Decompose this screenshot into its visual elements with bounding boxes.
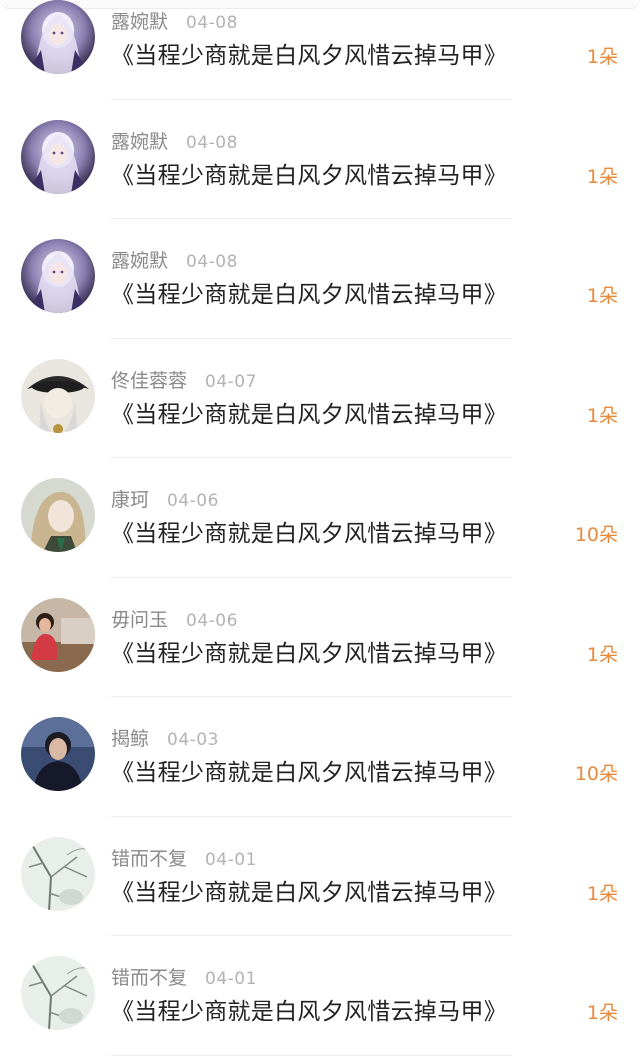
avatar[interactable] [21, 956, 95, 1030]
name-line: 毋问玉 04-06 [111, 605, 238, 635]
avatar[interactable] [21, 0, 95, 74]
book-title[interactable]: 《当程少商就是白风夕风惜云掉马甲》 [111, 158, 507, 194]
gift-date: 04-08 [186, 252, 238, 272]
avatar[interactable] [21, 119, 95, 194]
gift-date: 04-06 [167, 491, 219, 511]
book-title[interactable]: 《当程少商就是白风夕风惜云掉马甲》 [111, 516, 507, 552]
avatar[interactable] [21, 597, 95, 672]
name-line: 康珂 04-06 [111, 485, 219, 515]
user-name[interactable]: 露婉默 [111, 11, 168, 33]
name-line: 错而不复 04-01 [111, 844, 257, 874]
user-name[interactable]: 露婉默 [111, 131, 168, 153]
gift-record-list: 露婉默 04-08 《当程少商就是白风夕风惜云掉马甲》 1朵 露婉默 04-08 《当程少商… [0, 0, 640, 1056]
user-name[interactable]: 康珂 [111, 489, 149, 511]
list-item[interactable]: 揭鲸 04-03 《当程少商就是白风夕风惜云掉马甲》 10朵 [0, 697, 640, 817]
list-item[interactable]: 佟佳蓉蓉 04-07 《当程少商就是白风夕风惜云掉马甲》 1朵 [0, 339, 640, 458]
avatar[interactable] [21, 478, 95, 552]
flower-count: 1朵 [586, 643, 618, 666]
avatar[interactable] [21, 836, 95, 911]
flower-count: 1朵 [586, 404, 618, 427]
book-title[interactable]: 《当程少商就是白风夕风惜云掉马甲》 [111, 38, 507, 74]
gift-date: 04-03 [167, 730, 219, 750]
user-name[interactable]: 错而不复 [111, 967, 187, 989]
book-title[interactable]: 《当程少商就是白风夕风惜云掉马甲》 [111, 277, 507, 313]
name-line: 揭鲸 04-03 [111, 724, 219, 754]
avatar[interactable] [21, 358, 95, 433]
gift-date: 04-08 [186, 132, 238, 153]
book-title[interactable]: 《当程少商就是白风夕风惜云掉马甲》 [111, 875, 507, 911]
book-title[interactable]: 《当程少商就是白风夕风惜云掉马甲》 [111, 994, 507, 1030]
list-item[interactable]: 露婉默 04-08 《当程少商就是白风夕风惜云掉马甲》 1朵 [0, 219, 640, 339]
flower-count: 10朵 [574, 763, 618, 785]
user-name[interactable]: 错而不复 [111, 848, 187, 870]
flower-count: 1朵 [586, 882, 618, 905]
name-line: 露婉默 04-08 [111, 246, 238, 276]
name-line: 佟佳蓉蓉 04-07 [111, 366, 257, 396]
list-item[interactable]: 错而不复 04-01 《当程少商就是白风夕风惜云掉马甲》 1朵 [0, 817, 640, 936]
user-name[interactable]: 佟佳蓉蓉 [111, 370, 187, 392]
user-name[interactable]: 毋问玉 [111, 609, 168, 631]
flower-count: 1朵 [586, 165, 618, 188]
book-title[interactable]: 《当程少商就是白风夕风惜云掉马甲》 [111, 755, 507, 791]
flower-count: 1朵 [586, 46, 618, 68]
flower-count: 10朵 [574, 524, 618, 546]
user-name[interactable]: 揭鲸 [111, 728, 149, 750]
avatar[interactable] [21, 717, 95, 791]
list-item[interactable]: 露婉默 04-08 《当程少商就是白风夕风惜云掉马甲》 1朵 [0, 0, 640, 100]
gift-date: 04-08 [186, 13, 238, 33]
list-item[interactable]: 毋问玉 04-06 《当程少商就是白风夕风惜云掉马甲》 1朵 [0, 578, 640, 697]
gift-date: 04-06 [186, 610, 238, 631]
gift-date: 04-01 [205, 969, 257, 989]
flower-count: 1朵 [586, 285, 618, 307]
book-title[interactable]: 《当程少商就是白风夕风惜云掉马甲》 [111, 636, 507, 672]
list-item[interactable]: 康珂 04-06 《当程少商就是白风夕风惜云掉马甲》 10朵 [0, 458, 640, 578]
gift-date: 04-01 [205, 849, 257, 870]
gift-date: 04-07 [205, 371, 257, 392]
list-item[interactable]: 露婉默 04-08 《当程少商就是白风夕风惜云掉马甲》 1朵 [0, 100, 640, 219]
list-item[interactable]: 错而不复 04-01 《当程少商就是白风夕风惜云掉马甲》 1朵 [0, 936, 640, 1056]
avatar[interactable] [21, 239, 95, 313]
name-line: 露婉默 04-08 [111, 7, 238, 37]
user-name[interactable]: 露婉默 [111, 250, 168, 272]
name-line: 露婉默 04-08 [111, 127, 238, 157]
name-line: 错而不复 04-01 [111, 963, 257, 993]
flower-count: 1朵 [586, 1002, 618, 1024]
row-divider [111, 1054, 512, 1056]
book-title[interactable]: 《当程少商就是白风夕风惜云掉马甲》 [111, 397, 507, 433]
